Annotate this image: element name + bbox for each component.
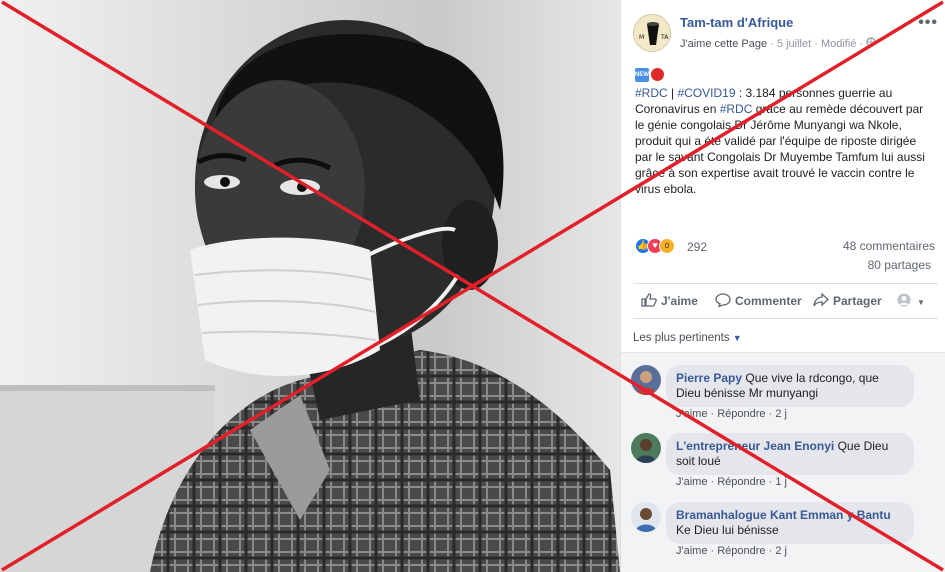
- comments-sort-dropdown[interactable]: Les plus pertinents ▼: [633, 332, 742, 344]
- comment-like-link[interactable]: J'aime: [676, 545, 707, 557]
- comment-like-link[interactable]: J'aime: [676, 476, 707, 488]
- text-separator: |: [667, 86, 678, 100]
- share-label: Partager: [833, 294, 882, 308]
- comment-actions: J'aime · Répondre · 2 j: [676, 408, 787, 420]
- like-page-link[interactable]: J'aime cette Page: [680, 38, 767, 50]
- sort-chevron-icon: ▼: [732, 333, 742, 343]
- red-circle-icon: [651, 68, 664, 81]
- post-photo[interactable]: [0, 0, 620, 572]
- like-label: J'aime: [661, 294, 698, 308]
- comment-text: Ke Dieu lui bénisse: [676, 523, 779, 537]
- comment-reply-link[interactable]: Répondre: [717, 408, 765, 420]
- profile-icon: [897, 293, 913, 307]
- photo-illustration: [0, 20, 620, 572]
- post-date[interactable]: 5 juillet: [777, 38, 811, 50]
- comment-author[interactable]: Pierre Papy: [676, 371, 742, 385]
- post-actions: J'aime Commenter Partager ▼: [633, 283, 938, 319]
- svg-text:TA: TA: [660, 34, 669, 41]
- page-name[interactable]: Tam-tam d'Afrique: [680, 15, 793, 30]
- comment-like-link[interactable]: J'aime: [676, 408, 707, 420]
- commenter-avatar[interactable]: [631, 502, 661, 532]
- like-button[interactable]: J'aime: [641, 293, 698, 308]
- wow-reaction-icon[interactable]: o: [659, 238, 675, 254]
- comment-time[interactable]: 1 j: [775, 476, 787, 488]
- comment-bubble: Bramanhalogue Kant Emman y Bantu Ke Dieu…: [666, 502, 914, 544]
- globe-icon: [866, 37, 876, 50]
- comments-section: Pierre Papy Que vive la rdcongo, que Die…: [621, 352, 945, 572]
- chevron-down-icon: ▼: [917, 298, 925, 307]
- comment-reply-link[interactable]: Répondre: [717, 476, 765, 488]
- comment-author[interactable]: Bramanhalogue Kant Emman y Bantu: [676, 508, 891, 522]
- meta-separator: ·: [770, 38, 774, 50]
- commenter-avatar[interactable]: [631, 433, 661, 463]
- shares-count[interactable]: 80 partages: [868, 258, 931, 272]
- commenter-avatar[interactable]: [631, 365, 661, 395]
- comment-actions: J'aime · Répondre · 2 j: [676, 545, 787, 557]
- comments-count[interactable]: 48 commentaires: [843, 239, 935, 253]
- page-avatar[interactable]: M TA: [633, 14, 671, 52]
- reaction-count[interactable]: 292: [687, 240, 707, 254]
- comment-icon: [715, 293, 731, 308]
- comment-time[interactable]: 2 j: [775, 408, 787, 420]
- comment-bubble: L'entrepreneur Jean Enonyi Que Dieu soit…: [666, 433, 914, 475]
- new-badge-icon: NEW: [635, 68, 649, 82]
- sort-label: Les plus pertinents: [633, 332, 730, 344]
- hashtag-rdc-2[interactable]: #RDC: [720, 102, 753, 116]
- post-panel: M TA Tam-tam d'Afrique J'aime cette Page…: [620, 0, 945, 572]
- comment-label: Commenter: [735, 294, 802, 308]
- svg-text:M: M: [639, 34, 644, 41]
- hashtag-covid19[interactable]: #COVID19: [677, 86, 735, 100]
- more-options-icon[interactable]: •••: [918, 14, 938, 32]
- profile-selector[interactable]: ▼: [897, 293, 925, 308]
- comment-bubble: Pierre Papy Que vive la rdcongo, que Die…: [666, 365, 914, 407]
- like-icon: [641, 293, 657, 307]
- post-text-part2: grâce au remède découvert par le génie c…: [635, 102, 925, 196]
- post-header: M TA Tam-tam d'Afrique J'aime cette Page…: [633, 12, 938, 56]
- drum-logo-icon: M TA: [634, 15, 670, 51]
- post-emoji-badges: NEW: [635, 68, 664, 82]
- hashtag-rdc[interactable]: #RDC: [635, 86, 668, 100]
- comment-actions: J'aime · Répondre · 1 j: [676, 476, 787, 488]
- share-button[interactable]: Partager: [813, 292, 882, 308]
- post-text: #RDC | #COVID19 : 3.184 personnes guerri…: [635, 85, 935, 197]
- comment-reply-link[interactable]: Répondre: [717, 545, 765, 557]
- post-meta: J'aime cette Page · 5 juillet · Modifié …: [680, 37, 876, 50]
- meta-separator-3: ·: [859, 38, 864, 50]
- edited-label[interactable]: Modifié: [821, 38, 856, 50]
- reactions-bar: 👍 ♥ o 292 48 commentaires: [635, 237, 935, 257]
- meta-separator-2: ·: [814, 38, 818, 50]
- comment-time[interactable]: 2 j: [775, 545, 787, 557]
- share-icon: [813, 292, 829, 307]
- comment-author[interactable]: L'entrepreneur Jean Enonyi: [676, 439, 834, 453]
